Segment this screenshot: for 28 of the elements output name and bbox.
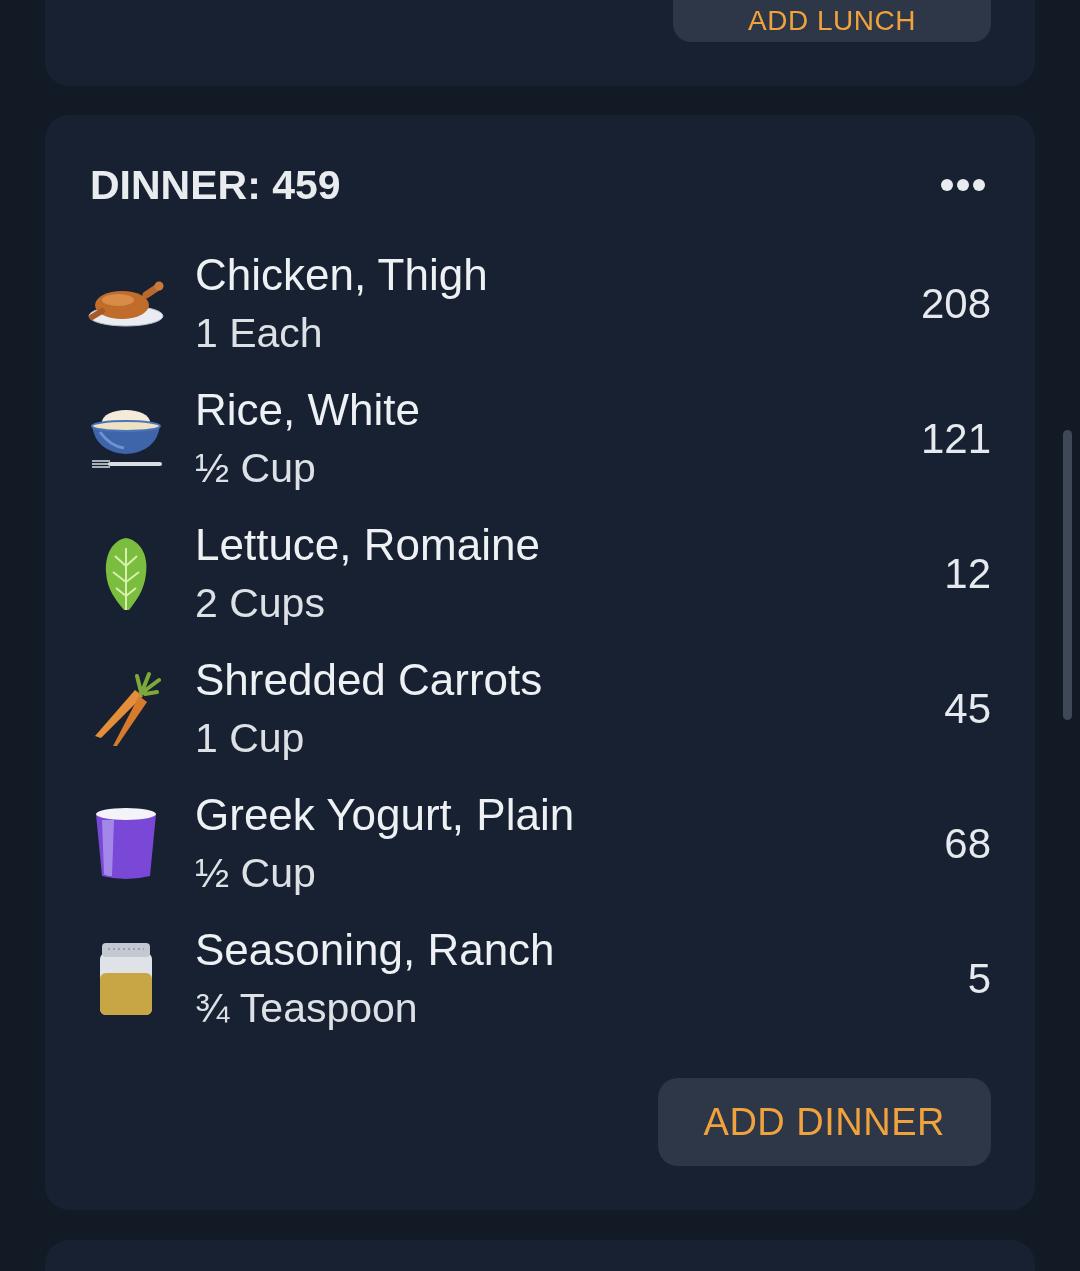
scrollbar-thumb[interactable]: [1063, 430, 1072, 720]
food-quantity: ½ Cup: [195, 443, 316, 493]
add-dinner-button[interactable]: ADD DINNER: [657, 1078, 991, 1166]
food-name: Shredded Carrots: [195, 653, 543, 706]
food-name: Chicken, Thigh: [195, 248, 488, 301]
food-quantity: 2 Cups: [195, 578, 325, 628]
more-icon[interactable]: [941, 179, 985, 191]
food-name: Greek Yogurt, Plain: [195, 788, 575, 841]
food-calories: 5: [967, 953, 991, 1004]
food-quantity: 1 Each: [195, 308, 323, 358]
add-lunch-button[interactable]: ADD LUNCH: [673, 0, 991, 42]
food-name: Lettuce, Romaine: [195, 518, 540, 571]
lettuce-leaf-icon: [103, 535, 149, 612]
food-calories: 45: [944, 683, 991, 734]
food-quantity: ½ Cup: [195, 848, 316, 898]
food-calories: 121: [920, 413, 991, 464]
food-calories: 208: [920, 278, 991, 329]
spice-jar-icon: [98, 940, 154, 1017]
roast-chicken-icon: [88, 280, 164, 327]
food-quantity: 1 Cup: [195, 713, 305, 763]
food-calories: 68: [944, 818, 991, 869]
yogurt-cup-icon: [94, 805, 158, 882]
meal-title: DINNER: 459: [90, 161, 341, 210]
food-name: Seasoning, Ranch: [195, 923, 555, 976]
food-calories: 12: [944, 548, 991, 599]
food-quantity: ¾ Teaspoon: [195, 983, 418, 1033]
food-name: Rice, White: [195, 383, 420, 436]
rice-bowl-icon: [90, 407, 162, 470]
